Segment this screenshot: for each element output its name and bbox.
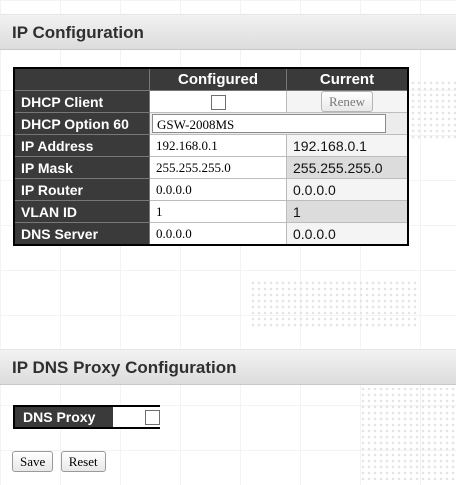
ip-address-row: IP Address 192.168.0.1 192.168.0.1	[13, 134, 409, 157]
renew-button[interactable]: Renew	[320, 91, 374, 112]
ip-address-current: 192.168.0.1	[286, 134, 409, 157]
table-header-row: Configured Current	[13, 67, 409, 91]
dhcp-client-row: DHCP Client Renew	[13, 90, 409, 113]
table-corner	[13, 67, 150, 91]
ip-router-input[interactable]: 0.0.0.0	[149, 178, 287, 201]
row-label: DHCP Client	[13, 90, 150, 113]
ip-mask-row: IP Mask 255.255.255.0 255.255.255.0	[13, 156, 409, 179]
dns-proxy-label: DNS Proxy	[23, 409, 96, 425]
page: IP Configuration Configured Current DHCP…	[0, 0, 456, 485]
dns-server-row: DNS Server 0.0.0.0 0.0.0.0	[13, 222, 409, 246]
row-label: IP Address	[13, 134, 150, 157]
renew-cell: Renew	[286, 90, 409, 113]
background-dots	[360, 380, 456, 480]
save-button[interactable]: Save	[12, 451, 54, 472]
dhcp-option-60-cell: GSW-2008MS	[149, 112, 409, 135]
vlan-id-row: VLAN ID 1 1	[13, 200, 409, 223]
vlan-id-current: 1	[286, 200, 409, 223]
background-dots	[250, 280, 420, 330]
ip-address-input[interactable]: 192.168.0.1	[149, 134, 287, 157]
current-column-header: Current	[286, 67, 409, 91]
row-label: DNS Server	[13, 222, 150, 246]
ip-configuration-table: Configured Current DHCP Client Renew DHC…	[13, 67, 409, 246]
ip-router-row: IP Router 0.0.0.0 0.0.0.0	[13, 178, 409, 201]
vlan-id-input[interactable]: 1	[149, 200, 287, 223]
dns-proxy-configuration-header: IP DNS Proxy Configuration	[0, 349, 456, 385]
dhcp-client-checkbox[interactable]	[210, 94, 226, 110]
dhcp-option-60-row: DHCP Option 60 GSW-2008MS	[13, 112, 409, 135]
row-label: VLAN ID	[13, 200, 150, 223]
ip-mask-current: 255.255.255.0	[286, 156, 409, 179]
row-label: IP Router	[13, 178, 150, 201]
row-label: DHCP Option 60	[13, 112, 150, 135]
form-buttons: Save Reset	[12, 451, 109, 472]
dns-proxy-checkbox[interactable]	[145, 410, 160, 425]
ip-mask-input[interactable]: 255.255.255.0	[149, 156, 287, 179]
dns-server-current: 0.0.0.0	[286, 222, 409, 246]
reset-button[interactable]: Reset	[60, 451, 106, 472]
dns-proxy-row: DNS Proxy	[13, 405, 160, 429]
ip-configuration-header: IP Configuration	[0, 14, 456, 50]
dhcp-client-cell	[149, 90, 287, 113]
row-label: IP Mask	[13, 156, 150, 179]
section-title: IP DNS Proxy Configuration	[12, 358, 237, 377]
section-title: IP Configuration	[12, 23, 144, 42]
ip-router-current: 0.0.0.0	[286, 178, 409, 201]
dhcp-option-60-input[interactable]: GSW-2008MS	[152, 114, 386, 133]
dns-server-input[interactable]: 0.0.0.0	[149, 222, 287, 246]
configured-column-header: Configured	[149, 67, 287, 91]
